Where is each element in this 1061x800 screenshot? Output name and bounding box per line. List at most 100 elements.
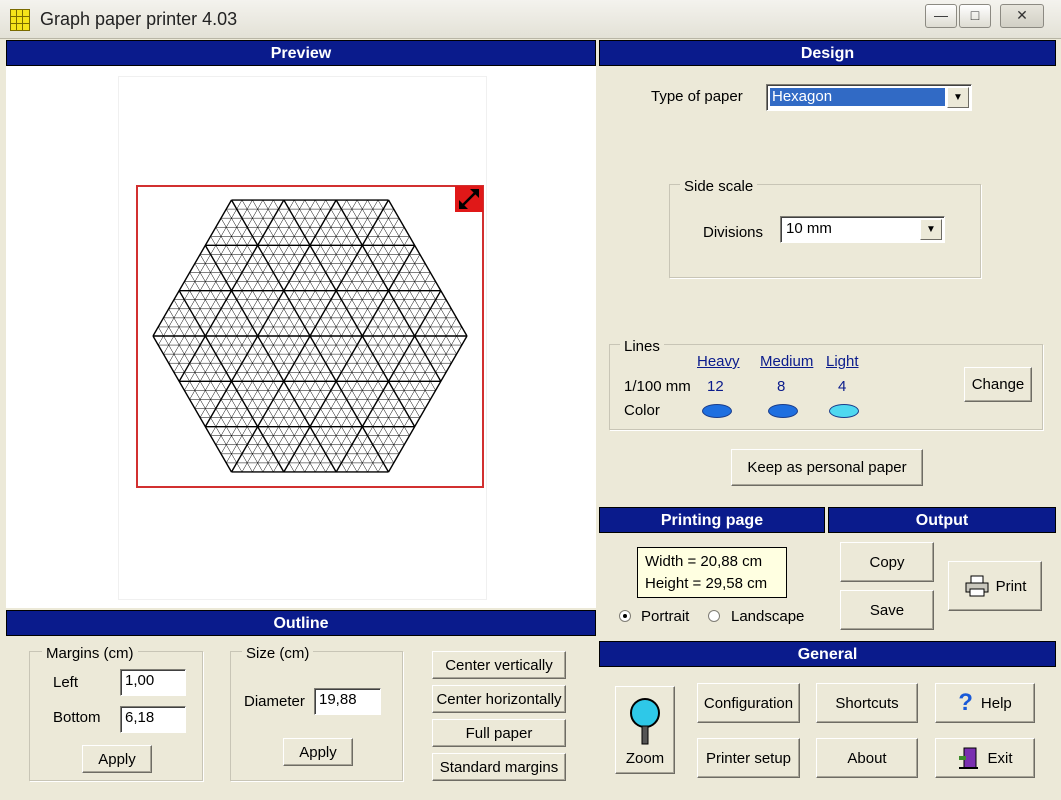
divisions-select[interactable]: 10 mm ▼ [780,216,945,243]
light-grid-line [215,227,358,473]
light-grid-line [173,199,274,373]
landscape-radio[interactable] [708,610,720,622]
light-grid-line [184,199,295,391]
title-bar[interactable]: Graph paper printer 4.03 — □ ✕ [0,0,1061,39]
medium-color-swatch[interactable] [768,404,798,418]
printing-page-header: Printing page [599,507,825,533]
zoom-button[interactable]: Zoom [615,686,675,774]
print-label: Print [995,577,1027,595]
help-button[interactable]: ? Help [935,683,1035,723]
lines-legend: Lines [620,338,664,355]
light-grid-line [262,227,405,473]
shortcuts-button[interactable]: Shortcuts [816,683,918,723]
heavy-grid-line [152,199,233,337]
minimize-button[interactable]: — [925,4,957,28]
general-header: General [599,641,1056,667]
resize-handle[interactable] [455,186,483,212]
light-grid-line [346,299,447,473]
light-grid-line [215,199,358,445]
heavy-grid-line [283,199,416,427]
light-grid-line [241,199,394,464]
heavy-label: Heavy [697,353,740,370]
output-header: Output [828,507,1056,533]
heavy-grid-line [152,335,233,473]
heavy-grid-line [204,245,337,473]
type-of-paper-value: Hexagon [770,88,945,106]
full-paper-button[interactable]: Full paper [432,719,566,747]
size-legend: Size (cm) [242,645,314,662]
copy-button[interactable]: Copy [840,542,934,582]
divisions-value: 10 mm [786,220,832,237]
save-button[interactable]: Save [840,590,934,630]
bottom-margin-input[interactable]: 6,18 [120,706,186,733]
divisions-label: Divisions [703,224,764,241]
design-header: Design [599,40,1056,66]
keep-personal-paper-button[interactable]: Keep as personal paper [731,449,923,486]
light-label: Light [826,353,859,370]
type-of-paper-select[interactable]: Hexagon ▼ [766,84,972,111]
main-window: Graph paper printer 4.03 — □ ✕ Preview D… [0,0,1061,800]
magnifier-icon [630,698,660,745]
light-grid-line [226,199,379,464]
light-grid-line [184,281,295,473]
heavy-grid-line [283,245,416,473]
light-grid-line [173,299,274,473]
heavy-width[interactable]: 12 [707,378,724,395]
about-button[interactable]: About [816,738,918,778]
graph-paper-app-icon [10,9,30,31]
heavy-grid-line [387,335,468,473]
question-mark-icon: ? [958,689,973,716]
margins-legend: Margins (cm) [42,645,138,662]
outline-header: Outline [6,610,596,636]
page-size-info: Width = 20,88 cm Height = 29,58 cm [637,547,787,598]
side-scale-legend: Side scale [680,178,758,195]
type-of-paper-label: Type of paper [651,88,743,105]
light-grid-line [226,208,379,473]
close-button[interactable]: ✕ [1000,4,1044,28]
chevron-down-icon[interactable]: ▼ [947,87,969,108]
light-color-swatch[interactable] [829,404,859,418]
portrait-label[interactable]: Portrait [641,608,689,625]
light-grid-line [262,199,405,445]
portrait-radio[interactable] [619,610,631,622]
medium-width[interactable]: 8 [777,378,785,395]
hexagon-grid-preview [152,199,468,473]
maximize-button[interactable]: □ [959,4,991,28]
light-grid-line [241,208,394,473]
heavy-grid-line [387,199,468,337]
left-margin-input[interactable]: 1,00 [120,669,186,696]
zoom-label: Zoom [625,750,665,767]
page-height-text: Height = 29,58 cm [645,575,768,592]
diameter-input[interactable]: 19,88 [314,688,381,715]
printer-icon [965,575,989,597]
resize-arrows-icon [459,189,479,209]
diameter-label: Diameter [244,693,305,710]
center-vertically-button[interactable]: Center vertically [432,651,566,679]
configuration-button[interactable]: Configuration [697,683,800,723]
page-width-text: Width = 20,88 cm [645,553,763,570]
margins-apply-button[interactable]: Apply [82,745,152,773]
help-label: Help [980,694,1012,712]
light-width[interactable]: 4 [838,378,846,395]
chevron-down-icon[interactable]: ▼ [920,219,942,240]
landscape-label[interactable]: Landscape [731,608,804,625]
preview-header: Preview [6,40,596,66]
light-grid-line [325,199,436,391]
bottom-margin-label: Bottom [53,709,101,726]
change-button[interactable]: Change [964,367,1032,402]
unit-label: 1/100 mm [624,378,691,395]
exit-label: Exit [987,749,1013,767]
heavy-color-swatch[interactable] [702,404,732,418]
color-label: Color [624,402,660,419]
printer-setup-button[interactable]: Printer setup [697,738,800,778]
standard-margins-button[interactable]: Standard margins [432,753,566,781]
medium-label: Medium [760,353,814,370]
light-grid-line [346,199,447,373]
exit-door-icon [959,747,979,769]
window-title: Graph paper printer 4.03 [40,9,238,29]
center-horizontally-button[interactable]: Center horizontally [432,685,566,713]
exit-button[interactable]: Exit [935,738,1035,778]
light-grid-line [325,281,436,473]
size-apply-button[interactable]: Apply [283,738,353,766]
print-button[interactable]: Print [948,561,1042,611]
